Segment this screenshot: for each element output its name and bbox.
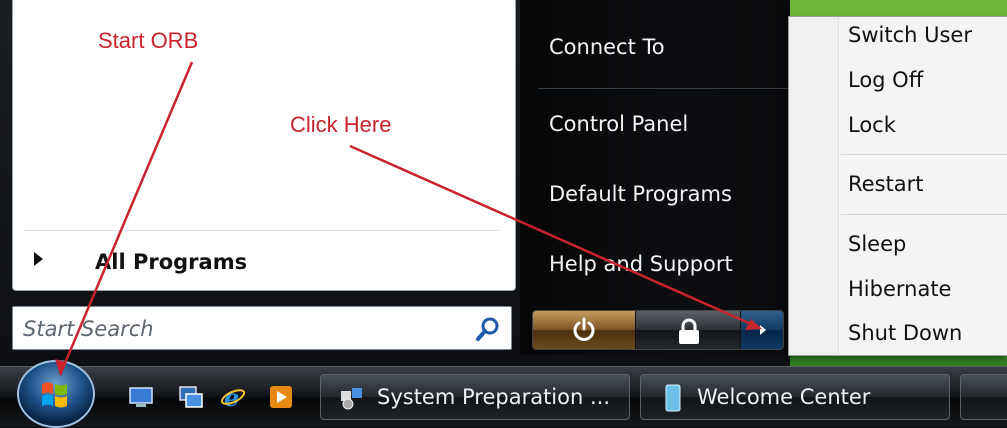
taskbar-button-partial[interactable] [960,374,1007,420]
svg-text:e: e [224,384,239,410]
power-button[interactable] [533,311,635,349]
taskbar-button-label: System Preparation ... [377,385,610,409]
submenu-item-restart[interactable]: Restart [848,172,923,196]
taskbar-button-welcome-center[interactable]: Welcome Center [640,374,950,420]
menu-item-help-and-support[interactable]: Help and Support [549,252,733,276]
chevron-right-icon [760,325,766,335]
submenu-item-log-off[interactable]: Log Off [848,68,923,92]
submenu-divider [841,214,1007,215]
all-programs-link[interactable]: All Programs [95,250,247,274]
power-options-submenu: Switch User Log Off Lock Restart Sleep H… [788,16,1007,356]
submenu-icon-gutter [789,17,839,355]
taskbar-button-label: Welcome Center [697,385,871,409]
menu-item-connect-to[interactable]: Connect To [549,35,665,59]
power-options-arrow-button[interactable] [741,311,783,349]
start-search-box[interactable] [12,306,512,350]
submenu-item-sleep[interactable]: Sleep [848,232,906,256]
all-programs-divider [23,230,499,231]
annotation-click-here: Click Here [290,112,392,137]
menu-item-control-panel[interactable]: Control Panel [549,112,688,136]
submenu-item-lock[interactable]: Lock [848,113,896,137]
search-icon[interactable] [475,316,501,342]
power-button-bar [532,310,784,350]
switch-windows-icon[interactable] [178,384,204,410]
internet-explorer-icon[interactable]: e [220,384,246,410]
annotation-start-orb: Start ORB [98,28,199,53]
show-desktop-icon[interactable] [128,384,154,410]
start-menu-programs-pane [12,0,516,291]
all-programs-arrow-icon [34,252,43,266]
padlock-icon [679,318,699,344]
welcome-center-icon [665,384,681,412]
media-player-icon[interactable] [268,384,294,410]
submenu-item-switch-user[interactable]: Switch User [848,23,972,47]
submenu-item-hibernate[interactable]: Hibernate [848,277,951,301]
menu-item-default-programs[interactable]: Default Programs [549,182,732,206]
taskbar-button-system-preparation[interactable]: System Preparation ... [320,374,630,420]
start-orb-button[interactable] [14,358,98,428]
places-divider [538,88,788,89]
start-search-input[interactable] [21,313,465,345]
submenu-item-shut-down[interactable]: Shut Down [848,321,962,345]
power-icon [573,317,595,341]
submenu-divider [841,154,1007,155]
lock-button[interactable] [636,311,740,349]
sysprep-icon [341,388,362,410]
